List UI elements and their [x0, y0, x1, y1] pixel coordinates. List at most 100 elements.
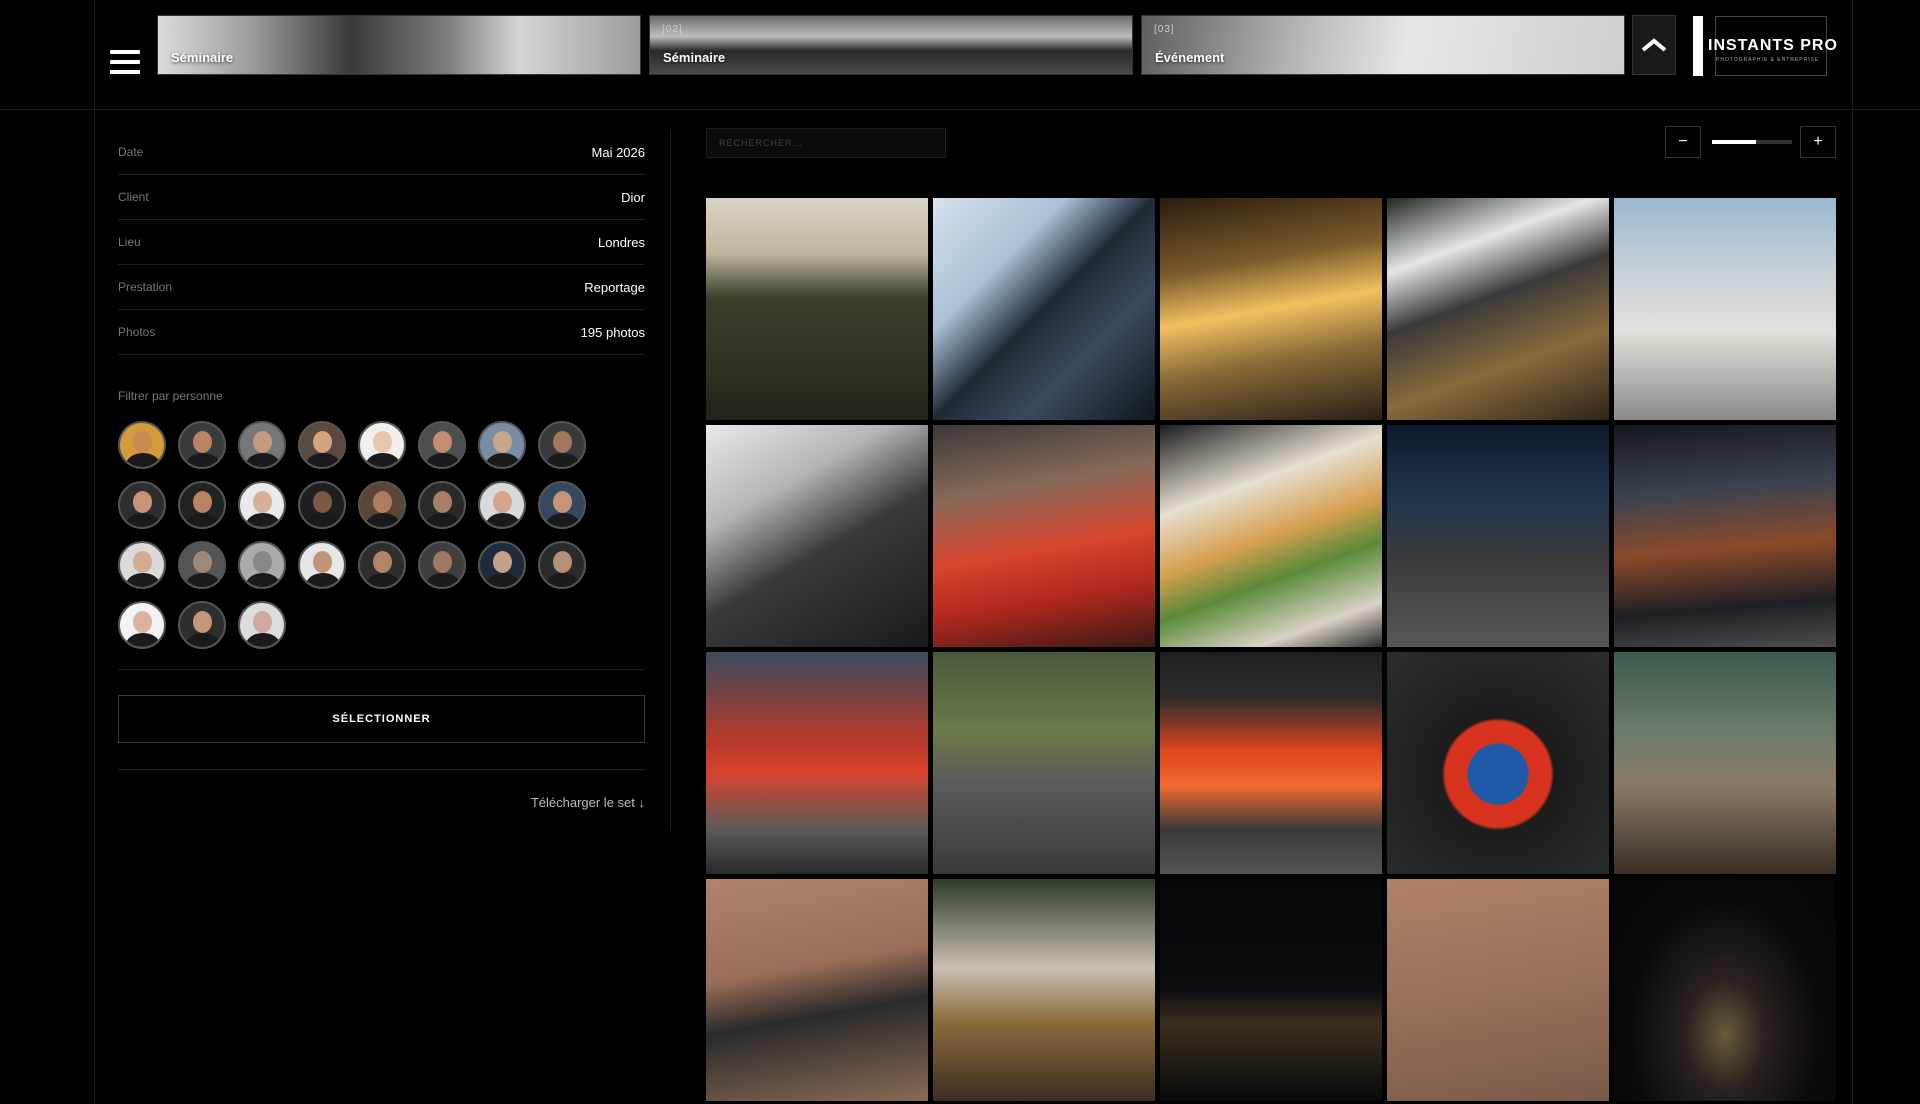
person-avatar[interactable] [358, 481, 406, 529]
person-avatar[interactable] [538, 541, 586, 589]
avatar-body [306, 453, 340, 467]
photo-thumbnail[interactable] [1614, 425, 1836, 647]
photo-thumbnail[interactable] [1614, 879, 1836, 1101]
avatar-body [486, 573, 520, 587]
avatar-body [246, 453, 280, 467]
photo-thumbnail[interactable] [933, 879, 1155, 1101]
person-filter-avatars [118, 421, 645, 670]
photo-thumbnail[interactable] [933, 198, 1155, 420]
avatar-body [186, 633, 220, 647]
photo-image [1387, 652, 1609, 874]
photo-image [1614, 198, 1836, 420]
person-avatar[interactable] [358, 541, 406, 589]
avatar-body [546, 453, 580, 467]
person-avatar[interactable] [358, 421, 406, 469]
photo-thumbnail[interactable] [1387, 425, 1609, 647]
person-avatar[interactable] [178, 541, 226, 589]
photo-thumbnail[interactable] [1614, 652, 1836, 874]
avatar-body [426, 573, 460, 587]
person-avatar[interactable] [478, 481, 526, 529]
avatar-face [493, 431, 512, 453]
zoom-slider-fill [1712, 140, 1756, 144]
photo-thumbnail[interactable] [706, 425, 928, 647]
person-avatar[interactable] [118, 601, 166, 649]
photo-image [1614, 652, 1836, 874]
photo-image [1614, 425, 1836, 647]
person-avatar[interactable] [238, 601, 286, 649]
photo-thumbnail[interactable] [1387, 198, 1609, 420]
person-avatar[interactable] [178, 601, 226, 649]
avatar-body [246, 633, 280, 647]
avatar-face [193, 491, 212, 513]
avatar-face [313, 551, 332, 573]
avatar-body [126, 513, 160, 527]
download-set-link[interactable]: Télécharger le set ↓ [118, 795, 645, 810]
person-avatar[interactable] [298, 541, 346, 589]
person-avatar[interactable] [418, 481, 466, 529]
avatar-body [126, 633, 160, 647]
avatar-body [366, 513, 400, 527]
avatar-body [426, 453, 460, 467]
avatar-face [373, 551, 392, 573]
photo-image [1160, 879, 1382, 1101]
avatar-face [253, 551, 272, 573]
photo-thumbnail[interactable] [933, 425, 1155, 647]
zoom-slider[interactable] [1712, 140, 1792, 144]
photo-image [933, 425, 1155, 647]
avatar-face [433, 491, 452, 513]
photo-thumbnail[interactable] [706, 879, 928, 1101]
avatar-body [486, 513, 520, 527]
avatar-face [193, 611, 212, 633]
photo-thumbnail[interactable] [1387, 652, 1609, 874]
info-value: Dior [621, 189, 645, 205]
info-row-service: Prestation Reportage [118, 265, 645, 310]
photo-image [706, 425, 928, 647]
photo-thumbnail[interactable] [933, 652, 1155, 874]
photo-thumbnail[interactable] [1160, 879, 1382, 1101]
search-input[interactable] [706, 128, 946, 158]
person-avatar[interactable] [118, 421, 166, 469]
person-avatar[interactable] [298, 421, 346, 469]
info-row-client: Client Dior [118, 175, 645, 220]
person-avatar[interactable] [478, 421, 526, 469]
photo-image [1160, 425, 1382, 647]
person-avatar[interactable] [118, 541, 166, 589]
photo-image [933, 198, 1155, 420]
select-button[interactable]: SÉLECTIONNER [118, 695, 645, 743]
info-label: Photos [118, 325, 156, 339]
avatar-face [133, 431, 152, 453]
photo-thumbnail[interactable] [706, 198, 928, 420]
zoom-in-button[interactable]: + [1800, 126, 1836, 158]
avatar-face [493, 551, 512, 573]
person-avatar[interactable] [418, 421, 466, 469]
avatar-face [133, 611, 152, 633]
avatar-face [373, 431, 392, 453]
photo-thumbnail[interactable] [706, 652, 928, 874]
photo-thumbnail[interactable] [1387, 879, 1609, 1101]
person-avatar[interactable] [478, 541, 526, 589]
avatar-body [246, 573, 280, 587]
photo-thumbnail[interactable] [1614, 198, 1836, 420]
avatar-face [133, 551, 152, 573]
photo-thumbnail[interactable] [1160, 652, 1382, 874]
photo-thumbnail[interactable] [1160, 425, 1382, 647]
person-avatar[interactable] [538, 421, 586, 469]
person-avatar[interactable] [298, 481, 346, 529]
person-avatar[interactable] [418, 541, 466, 589]
zoom-out-button[interactable]: − [1665, 126, 1701, 158]
person-avatar[interactable] [538, 481, 586, 529]
person-avatar[interactable] [118, 481, 166, 529]
column-divider [670, 130, 671, 830]
photo-thumbnail[interactable] [1160, 198, 1382, 420]
person-avatar[interactable] [238, 421, 286, 469]
avatar-face [133, 491, 152, 513]
person-avatar[interactable] [178, 421, 226, 469]
person-avatar[interactable] [238, 481, 286, 529]
avatar-face [193, 431, 212, 453]
photo-image [1387, 879, 1609, 1101]
avatar-face [313, 491, 332, 513]
avatar-body [306, 573, 340, 587]
avatar-face [373, 491, 392, 513]
person-avatar[interactable] [238, 541, 286, 589]
person-avatar[interactable] [178, 481, 226, 529]
